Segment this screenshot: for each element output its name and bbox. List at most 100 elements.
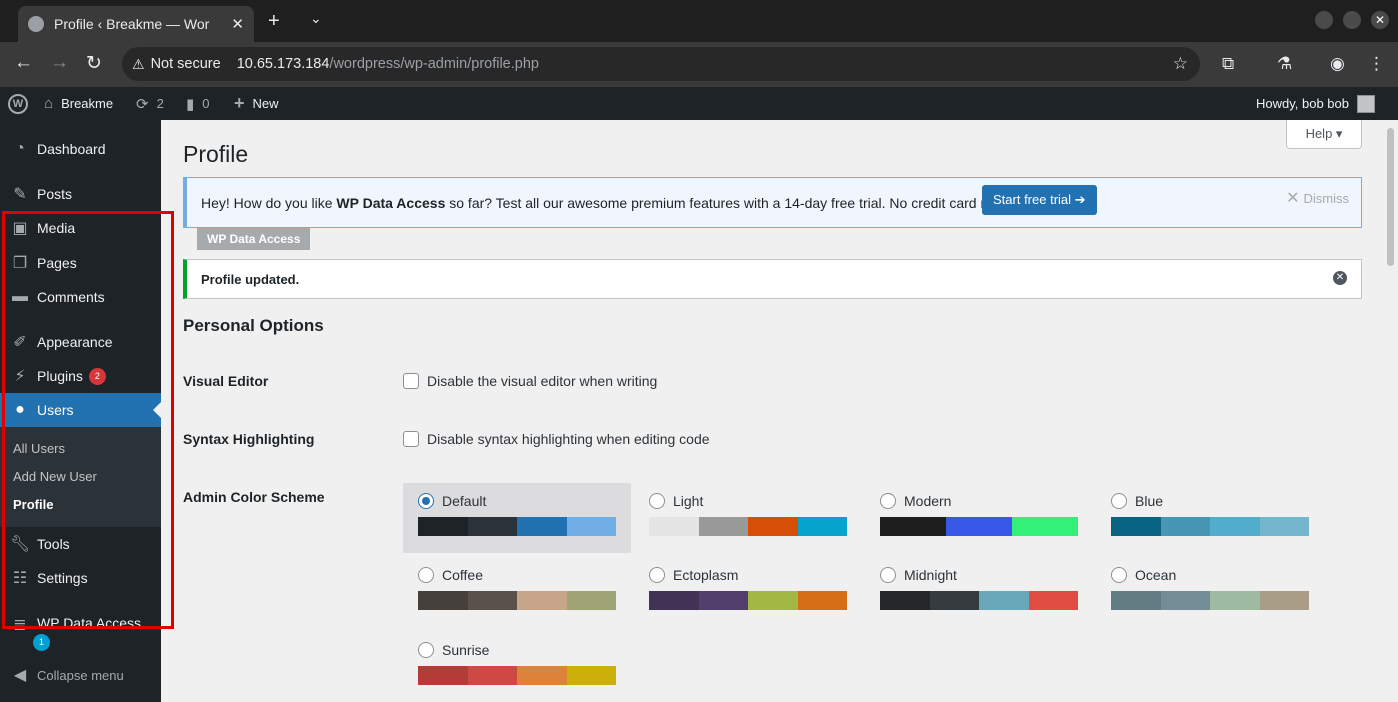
color-scheme-midnight[interactable]: Midnight [865, 557, 1093, 627]
close-tab-icon[interactable]: ✕ [231, 15, 244, 33]
menu-posts[interactable]: ✎ Posts [0, 177, 161, 211]
browser-toolbar: ← → ↻ ⚠ Not secure 10.65.173.184 /wordpr… [0, 42, 1398, 87]
scheme-radio[interactable] [1111, 567, 1127, 583]
color-swatch [797, 517, 847, 536]
checkbox-box[interactable] [403, 373, 419, 389]
help-tab-button[interactable]: Help ▾ [1286, 120, 1362, 149]
updated-text: Profile updated. [201, 271, 300, 287]
wp-logo-menu[interactable]: W [8, 87, 28, 120]
color-scheme-coffee[interactable]: Coffee [403, 557, 631, 627]
scheme-swatches [418, 666, 616, 685]
color-swatch [566, 517, 616, 536]
back-icon[interactable]: ← [14, 52, 33, 74]
visual-editor-label: Visual Editor [183, 373, 269, 389]
scheme-option[interactable]: Modern [880, 493, 1093, 509]
section-heading: Personal Options [183, 316, 324, 335]
bookmark-star-icon[interactable]: ☆ [1173, 54, 1188, 74]
start-free-trial-button[interactable]: Start free trial ➔ [982, 185, 1097, 215]
syntax-highlighting-checkbox[interactable]: Disable syntax highlighting when editing… [403, 431, 710, 447]
color-swatch [698, 517, 748, 536]
menu-dashboard[interactable]: ◔ Dashboard [0, 132, 161, 166]
scheme-option[interactable]: Ocean [1111, 567, 1324, 583]
scheme-option[interactable]: Coffee [418, 567, 631, 583]
profile-icon[interactable]: ◉ [1330, 54, 1345, 74]
scheme-radio[interactable] [649, 493, 665, 509]
maximize-icon[interactable] [1343, 11, 1361, 29]
wpda-tag: WP Data Access [197, 228, 311, 250]
wpda-badge: 1 [33, 634, 50, 651]
color-swatch [1160, 517, 1210, 536]
color-swatch [566, 666, 616, 685]
color-swatch [418, 666, 468, 685]
color-swatch [517, 591, 567, 610]
color-swatch [649, 517, 699, 536]
color-swatch [566, 591, 616, 610]
reload-icon[interactable]: ↻ [86, 52, 102, 75]
browser-tab[interactable]: Profile ‹ Breakme — Wor ✕ [18, 6, 254, 42]
scrollbar-thumb[interactable] [1387, 128, 1394, 266]
scheme-radio[interactable] [418, 642, 434, 658]
extensions-icon[interactable]: ⧉ [1222, 54, 1234, 74]
color-scheme-ocean[interactable]: Ocean [1096, 557, 1324, 627]
color-swatch [748, 517, 798, 536]
new-tab-icon[interactable]: + [268, 10, 280, 33]
page-scrollbar[interactable] [1383, 120, 1398, 702]
dismiss-notice-icon[interactable]: ✕ [1333, 271, 1347, 285]
profile-updated-notice: Profile updated. ✕ [183, 259, 1362, 299]
comments-count: 0 [202, 96, 210, 111]
dismiss-button[interactable]: ✕ Dismiss [1286, 188, 1349, 208]
menu-label: Posts [37, 186, 73, 202]
color-swatch [748, 591, 798, 610]
scheme-radio[interactable] [418, 567, 434, 583]
scheme-option[interactable]: Light [649, 493, 862, 509]
comments-link[interactable]: ▮ 0 [186, 87, 210, 120]
scheme-radio[interactable] [1111, 493, 1127, 509]
color-scheme-blue[interactable]: Blue [1096, 483, 1324, 553]
scheme-swatches [880, 517, 1078, 536]
scheme-radio[interactable] [649, 567, 665, 583]
collapse-menu-button[interactable]: ◀ Collapse menu [0, 658, 161, 692]
color-scheme-modern[interactable]: Modern [865, 483, 1093, 553]
new-content-link[interactable]: + New [234, 87, 279, 120]
account-menu[interactable]: Howdy, bob bob [1256, 87, 1375, 120]
scheme-option[interactable]: Default [418, 493, 631, 509]
scheme-radio[interactable] [880, 567, 896, 583]
color-swatch [467, 517, 517, 536]
notice-text-bold: WP Data Access [336, 194, 446, 211]
color-swatch [797, 591, 847, 610]
howdy-text: Howdy, bob bob [1256, 96, 1349, 111]
scheme-radio[interactable] [418, 493, 434, 509]
labs-flask-icon[interactable]: ⚗ [1277, 54, 1292, 74]
site-name-link[interactable]: ⌂ Breakme [44, 87, 113, 120]
close-window-icon[interactable]: ✕ [1371, 11, 1389, 29]
menu-kebab-icon[interactable]: ⋮ [1368, 54, 1385, 74]
warning-icon[interactable]: ⚠ [132, 56, 145, 73]
color-swatch [467, 666, 517, 685]
minimize-icon[interactable] [1315, 11, 1333, 29]
scheme-option[interactable]: Midnight [880, 567, 1093, 583]
color-scheme-default[interactable]: Default [403, 483, 631, 553]
scheme-name: Sunrise [442, 642, 490, 658]
notice-text: Hey! How do you like WP Data Access so f… [201, 195, 1036, 211]
scheme-option[interactable]: Blue [1111, 493, 1324, 509]
notice-text-post: so far? Test all our awesome premium fea… [445, 194, 1036, 211]
scheme-radio[interactable] [880, 493, 896, 509]
updates-count: 2 [156, 96, 164, 111]
scheme-option[interactable]: Ectoplasm [649, 567, 862, 583]
scheme-option[interactable]: Sunrise [418, 642, 631, 658]
visual-editor-checkbox[interactable]: Disable the visual editor when writing [403, 373, 657, 389]
address-bar[interactable]: ⚠ Not secure 10.65.173.184 /wordpress/wp… [122, 47, 1200, 81]
color-scheme-light[interactable]: Light [634, 483, 862, 553]
forward-icon[interactable]: → [50, 52, 69, 74]
color-scheme-sunrise[interactable]: Sunrise [403, 632, 631, 702]
site-name: Breakme [61, 96, 114, 111]
main-content: Help ▾ Profile Hey! How do you like WP D… [161, 120, 1383, 702]
tab-list-chevron-icon[interactable]: ⌄ [310, 10, 322, 27]
not-secure-label[interactable]: Not secure [151, 56, 221, 72]
color-scheme-ectoplasm[interactable]: Ectoplasm [634, 557, 862, 627]
scheme-name: Modern [904, 493, 952, 509]
updates-link[interactable]: ⟳ 2 [136, 87, 164, 120]
color-swatch [1111, 591, 1161, 610]
dismiss-x-icon: ✕ [1286, 190, 1300, 207]
checkbox-box[interactable] [403, 431, 419, 447]
